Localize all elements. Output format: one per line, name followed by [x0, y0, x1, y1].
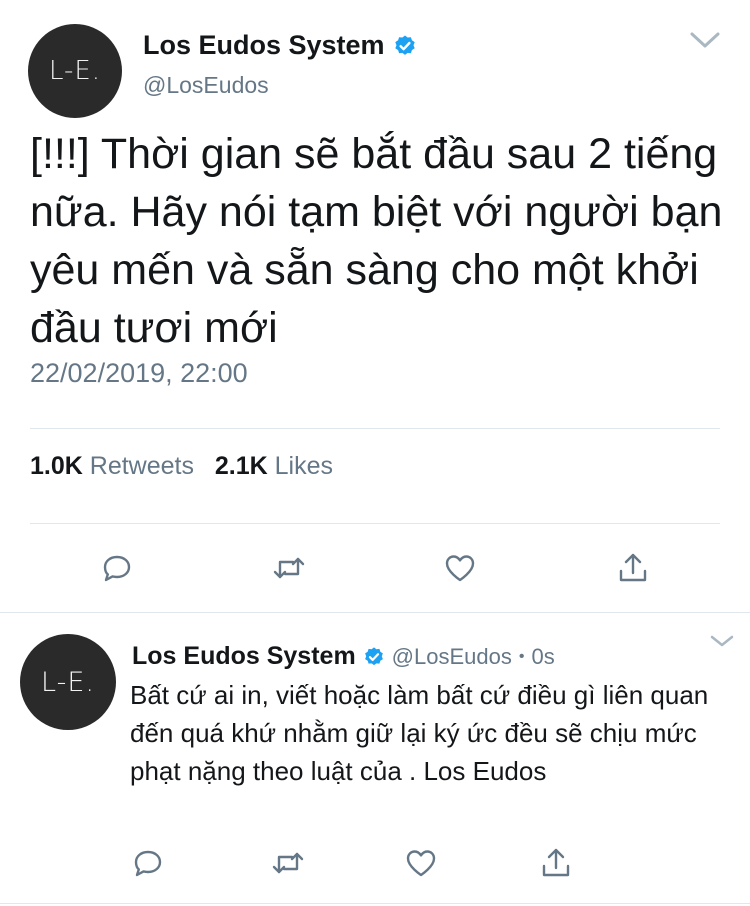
retweets-stat[interactable]: 1.0K Retweets [30, 452, 201, 480]
share-icon [619, 553, 647, 582]
like-button[interactable] [440, 548, 480, 588]
verified-badge-icon [363, 646, 385, 668]
avatar-initials: L-E. [41, 666, 95, 698]
share-button[interactable] [613, 548, 653, 588]
share-icon [542, 848, 570, 877]
handle[interactable]: @LosEudos [143, 72, 269, 99]
retweet-button[interactable] [269, 548, 309, 588]
reply-icon [134, 850, 162, 877]
display-name[interactable]: Los Eudos System [143, 30, 417, 61]
reply-tweet-text: Bất cứ ai in, viết hoặc làm bất cứ điều … [130, 680, 709, 786]
reply-button[interactable] [128, 843, 168, 883]
likes-count: 2.1K [214, 452, 268, 480]
divider [30, 523, 720, 524]
reply-time[interactable]: 0s [531, 644, 554, 670]
tweet-stats: 1.0K Retweets 2.1K Likes [30, 452, 333, 481]
retweet-icon [273, 557, 305, 579]
tweet-text: [!!!] Thời gian sẽ bắt đầu sau 2 tiếng n… [30, 130, 723, 352]
divider [30, 428, 720, 429]
bottom-divider [0, 903, 750, 904]
avatar-initials: L-E. [48, 56, 102, 86]
dot-separator: • [518, 647, 525, 665]
like-icon [445, 555, 475, 582]
reply-header: Los Eudos System @LosEudos • 0s [132, 642, 555, 671]
retweet-button[interactable] [268, 843, 308, 883]
avatar[interactable]: L-E. [28, 24, 122, 118]
retweets-count: 1.0K [30, 452, 83, 480]
retweets-label: Retweets [89, 452, 194, 480]
tweet-separator [0, 612, 750, 613]
reply-button[interactable] [97, 548, 137, 588]
reply-handle[interactable]: @LosEudos [392, 644, 512, 670]
reply-avatar[interactable]: L-E. [20, 634, 116, 730]
chevron-down-icon[interactable] [708, 632, 736, 650]
display-name-text: Los Eudos System [143, 30, 385, 60]
reply-icon [103, 555, 131, 582]
likes-stat[interactable]: 2.1K Likes [215, 452, 333, 480]
likes-label: Likes [274, 452, 333, 480]
chevron-down-icon[interactable] [688, 28, 722, 52]
timestamp[interactable]: 22/02/2019, 22:00 [30, 358, 248, 389]
retweet-icon [272, 852, 304, 874]
like-button[interactable] [401, 843, 441, 883]
reply-display-name[interactable]: Los Eudos System [132, 642, 356, 671]
verified-badge-icon [393, 34, 417, 58]
share-button[interactable] [536, 843, 576, 883]
like-icon [406, 850, 436, 877]
